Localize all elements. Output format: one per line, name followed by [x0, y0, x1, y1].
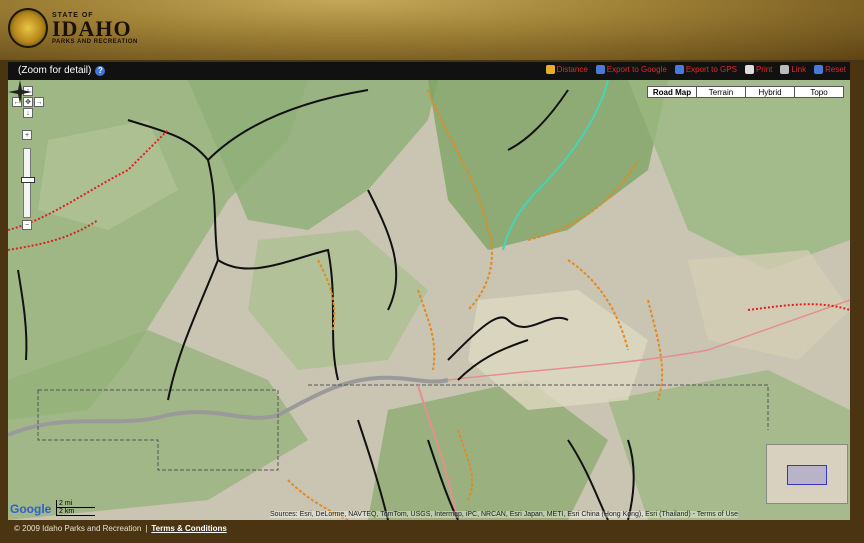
logo-text: STATE OF IDAHO PARKS AND RECREATION: [52, 12, 138, 45]
pan-down-button[interactable]: ↓: [23, 108, 33, 118]
tab-road-map[interactable]: Road Map: [647, 86, 697, 98]
export-gps-button[interactable]: Export to GPS: [674, 65, 737, 74]
refresh-icon: [814, 65, 824, 74]
map-type-selector: Road Map Terrain Hybrid Topo: [647, 86, 844, 98]
zoom-out-button[interactable]: −: [22, 220, 32, 230]
scale-km: 2 km: [56, 508, 95, 516]
terms-link[interactable]: Terms & Conditions: [151, 524, 226, 533]
print-button[interactable]: Print: [744, 65, 773, 74]
header-banner: STATE OF IDAHO PARKS AND RECREATION: [0, 0, 864, 60]
compass-rose-icon: [8, 80, 32, 104]
link-button[interactable]: Link: [780, 65, 806, 74]
help-icon[interactable]: ?: [95, 66, 106, 76]
overview-map[interactable]: [766, 444, 848, 504]
scale-miles: 2 mi: [56, 500, 95, 508]
reset-button[interactable]: Reset: [814, 65, 846, 74]
logo-subtitle: PARKS AND RECREATION: [52, 39, 138, 45]
tab-terrain[interactable]: Terrain: [696, 86, 746, 98]
google-logo: Google: [10, 502, 52, 516]
distance-label: Distance: [556, 65, 588, 74]
terrain-layer: [8, 80, 850, 520]
zoom-slider[interactable]: [21, 148, 35, 218]
export-gps-label: Export to GPS: [685, 65, 737, 74]
link-label: Link: [791, 65, 807, 74]
footer: © 2009 Idaho Parks and Recreation | Terms …: [14, 524, 227, 533]
footer-copyright: © 2009 Idaho Parks and Recreation: [14, 524, 142, 533]
map-toolbar: (Zoom for detail)? Distance Export to Go…: [8, 62, 850, 80]
ruler-icon: [545, 65, 555, 74]
printer-icon: [744, 65, 754, 74]
print-label: Print: [755, 65, 773, 74]
zoom-hint-text: (Zoom for detail): [18, 65, 92, 76]
idaho-seal-logo: [8, 8, 48, 48]
globe-icon: [595, 65, 605, 74]
zoom-in-button[interactable]: +: [22, 130, 32, 140]
scale-bar: 2 mi 2 km: [56, 500, 95, 516]
zoom-hint: (Zoom for detail)?: [18, 65, 106, 76]
export-google-button[interactable]: Export to Google: [595, 65, 667, 74]
gps-icon: [674, 65, 684, 74]
zoom-slider-thumb[interactable]: [21, 177, 35, 183]
export-google-label: Export to Google: [606, 65, 667, 74]
tool-list: Distance Export to Google Export to GPS …: [545, 65, 846, 74]
map-canvas[interactable]: ↑ ← ✥ → ↓ + − Road Map Terrain Hybrid To…: [8, 80, 850, 520]
chain-link-icon: [780, 65, 790, 74]
pan-right-button[interactable]: →: [34, 97, 44, 107]
map-graphics: [8, 80, 850, 520]
footer-separator: |: [145, 524, 148, 533]
tab-topo[interactable]: Topo: [794, 86, 844, 98]
distance-button[interactable]: Distance: [545, 65, 588, 74]
logo-idaho: IDAHO: [52, 16, 132, 41]
map-attribution: Sources: Esri, DeLorme, NAVTEQ, TomTom, …: [270, 511, 738, 518]
reset-label: Reset: [825, 65, 846, 74]
tab-hybrid[interactable]: Hybrid: [745, 86, 795, 98]
overview-viewport-box[interactable]: [787, 465, 827, 485]
